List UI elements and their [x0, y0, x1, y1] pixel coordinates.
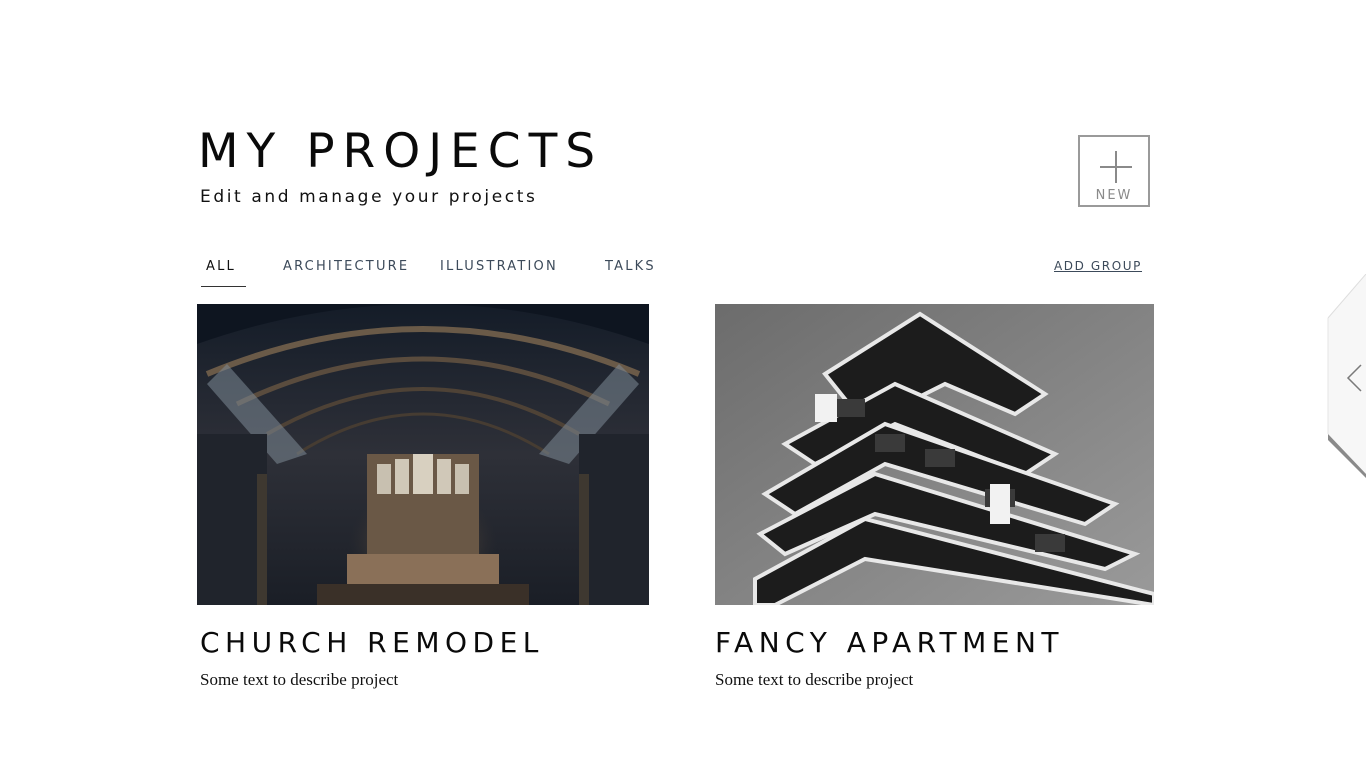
new-button-label: NEW [1095, 188, 1133, 203]
new-project-button[interactable]: NEW [1078, 135, 1150, 207]
page-title: MY PROJECTS [198, 124, 604, 179]
tab-illustration[interactable]: ILLUSTRATION [440, 259, 558, 274]
side-panel-toggle[interactable] [1326, 273, 1366, 478]
tab-architecture[interactable]: ARCHITECTURE [283, 259, 409, 274]
fancy-apartment-image[interactable] [715, 304, 1154, 605]
project-description-fancy-apartment: Some text to describe project [715, 670, 914, 689]
active-tab-indicator [201, 286, 246, 287]
tab-all[interactable]: ALL [206, 259, 236, 274]
church-remodel-image[interactable] [197, 304, 649, 605]
project-title-fancy-apartment[interactable]: FANCY APARTMENT [715, 626, 1064, 659]
plus-icon [1100, 151, 1132, 183]
project-description-church-remodel: Some text to describe project [200, 670, 399, 689]
tab-talks[interactable]: TALKS [605, 259, 656, 274]
add-group-link[interactable]: ADD GROUP [1054, 259, 1142, 273]
page-subtitle: Edit and manage your projects [200, 187, 538, 207]
project-title-church-remodel[interactable]: CHURCH REMODEL [200, 626, 544, 659]
